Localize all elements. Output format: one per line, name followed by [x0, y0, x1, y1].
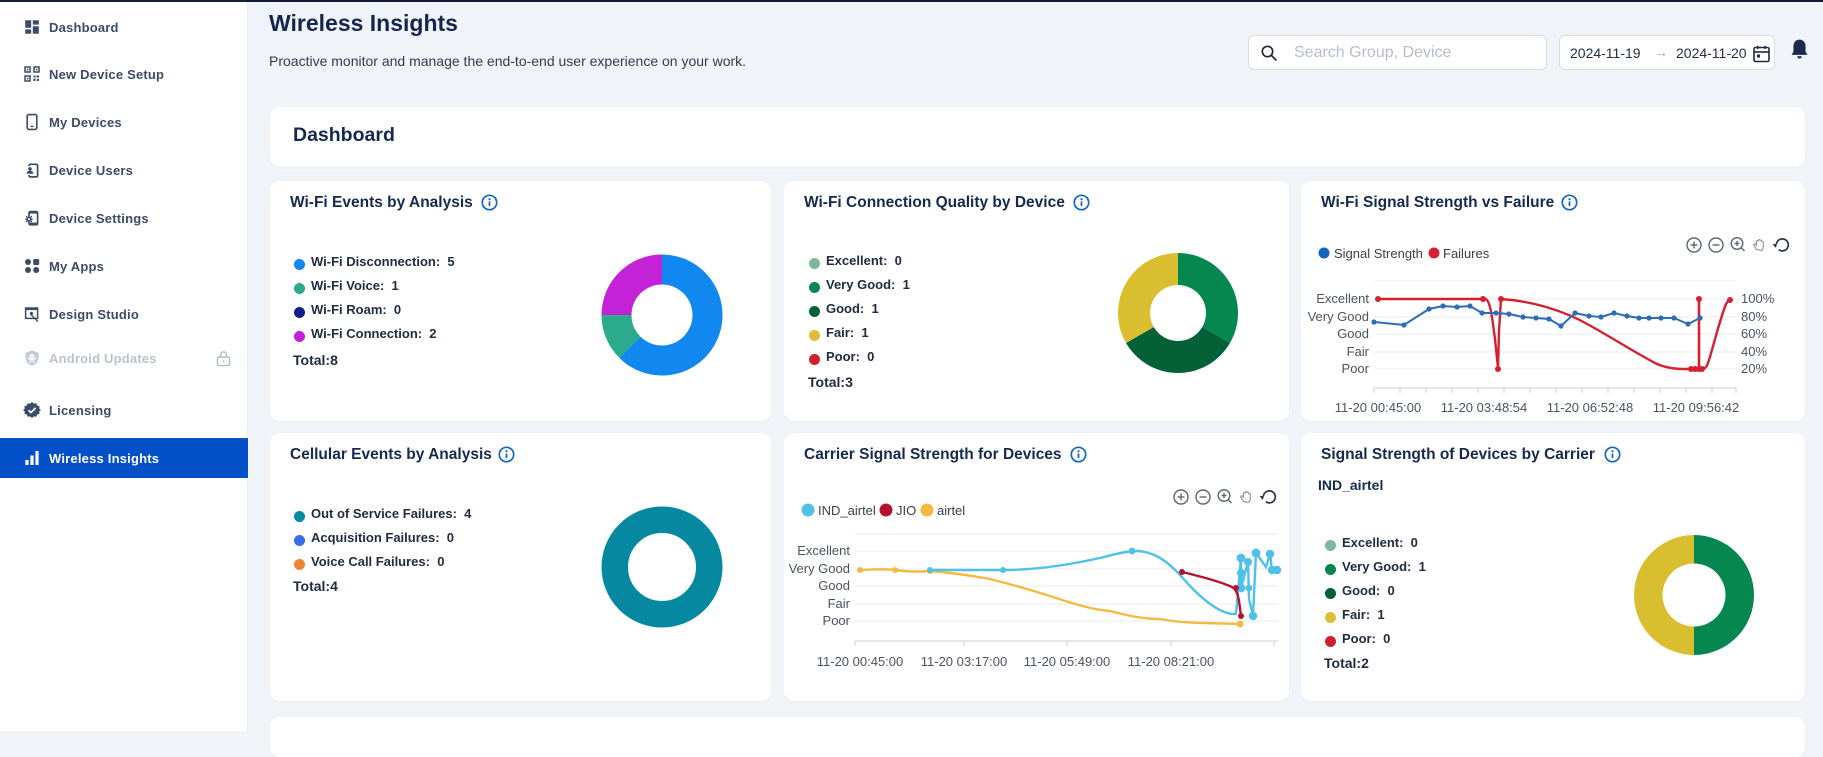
svg-text:JIO: JIO: [896, 503, 916, 518]
svg-text:Good: Good: [818, 578, 850, 593]
svg-text:Fair: Fair: [1347, 344, 1370, 359]
svg-text:20%: 20%: [1741, 361, 1767, 376]
svg-text:Poor: Poor: [823, 613, 851, 628]
svg-text:Excellent: Excellent: [797, 543, 850, 558]
svg-text:11-20 03:17:00: 11-20 03:17:00: [921, 654, 1008, 669]
svg-text:IND_airtel: IND_airtel: [818, 503, 876, 518]
svg-text:Poor: Poor: [1342, 361, 1370, 376]
svg-text:Failures: Failures: [1443, 246, 1490, 261]
svg-text:11-20 03:48:54: 11-20 03:48:54: [1441, 400, 1528, 415]
svg-text:Fair: Fair: [828, 596, 851, 611]
svg-text:80%: 80%: [1741, 309, 1767, 324]
svg-text:11-20 00:45:00: 11-20 00:45:00: [817, 654, 904, 669]
svg-text:11-20 06:52:48: 11-20 06:52:48: [1547, 400, 1634, 415]
svg-text:60%: 60%: [1741, 326, 1767, 341]
svg-text:Good: Good: [1337, 326, 1369, 341]
svg-text:11-20 00:45:00: 11-20 00:45:00: [1335, 400, 1422, 415]
svg-text:Very Good: Very Good: [1308, 309, 1369, 324]
svg-text:11-20 05:49:00: 11-20 05:49:00: [1024, 654, 1111, 669]
svg-text:Excellent: Excellent: [1316, 291, 1369, 306]
svg-text:Signal Strength: Signal Strength: [1334, 246, 1423, 261]
svg-text:airtel: airtel: [937, 503, 965, 518]
svg-text:Very Good: Very Good: [789, 561, 850, 576]
svg-text:40%: 40%: [1741, 344, 1767, 359]
svg-text:11-20 08:21:00: 11-20 08:21:00: [1128, 654, 1215, 669]
svg-text:100%: 100%: [1741, 291, 1775, 306]
svg-text:11-20 09:56:42: 11-20 09:56:42: [1653, 400, 1740, 415]
